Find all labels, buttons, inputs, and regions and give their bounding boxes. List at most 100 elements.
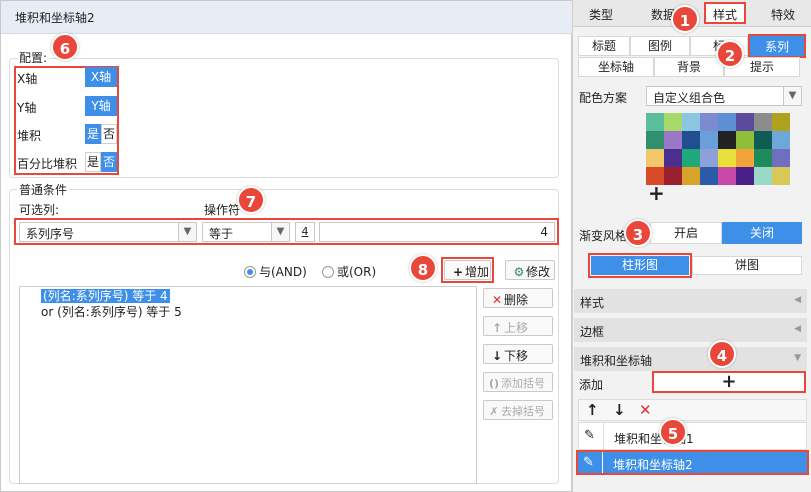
delete-x-icon[interactable]: ✕ bbox=[639, 401, 652, 419]
column-select[interactable]: 系列序号 ▼ bbox=[19, 222, 197, 242]
step-badge-5: 5 bbox=[659, 418, 687, 446]
palette-swatch[interactable] bbox=[646, 113, 664, 131]
tab-style[interactable]: 样式 bbox=[704, 6, 746, 23]
section-stack-axis[interactable]: 堆积和坐标轴 ▼ bbox=[574, 347, 807, 371]
arrow-up-icon: ↑ bbox=[491, 321, 503, 335]
radio-off-icon bbox=[322, 266, 334, 278]
palette-swatch[interactable] bbox=[646, 149, 664, 167]
move-up-arrow-icon[interactable]: ↑ bbox=[586, 401, 599, 419]
palette-swatch[interactable] bbox=[736, 149, 754, 167]
edit-pencil-icon[interactable]: ✎ bbox=[583, 455, 594, 470]
palette-swatch[interactable] bbox=[736, 131, 754, 149]
tab-type[interactable]: 类型 bbox=[578, 6, 624, 23]
edit-pencil-icon[interactable]: ✎ bbox=[584, 428, 595, 443]
subtab-title[interactable]: 标题 bbox=[578, 36, 630, 56]
move-up-button[interactable]: ↑ 上移 bbox=[483, 316, 553, 336]
value-type-icon[interactable]: 4 bbox=[295, 222, 315, 242]
tab-effects[interactable]: 特效 bbox=[760, 6, 806, 23]
step-badge-7: 7 bbox=[237, 186, 265, 214]
chevron-left-icon: ◀ bbox=[794, 324, 801, 334]
palette-swatch[interactable] bbox=[700, 131, 718, 149]
modify-condition-button[interactable]: ⚙ 修改 bbox=[505, 260, 555, 280]
subtab-background[interactable]: 背景 bbox=[654, 57, 724, 77]
palette-swatch[interactable] bbox=[700, 149, 718, 167]
move-down-arrow-icon[interactable]: ↓ bbox=[613, 401, 626, 419]
remove-bracket-icon: ✗ bbox=[489, 405, 499, 418]
palette-swatch[interactable] bbox=[772, 113, 790, 131]
palette-swatch[interactable] bbox=[754, 131, 772, 149]
step-badge-2: 2 bbox=[716, 40, 744, 68]
add-stack-axis-button[interactable]: + bbox=[652, 371, 806, 393]
x-axis-select[interactable]: X轴 bbox=[85, 67, 117, 87]
gradient-label: 渐变风格 bbox=[579, 229, 628, 243]
operator-label: 操作符 bbox=[204, 203, 241, 217]
palette-swatch[interactable] bbox=[682, 167, 700, 185]
pie-chart-option[interactable]: 饼图 bbox=[692, 256, 802, 275]
palette-swatch[interactable] bbox=[736, 113, 754, 131]
edit-gear-icon: ⚙ bbox=[513, 265, 525, 279]
add-condition-button[interactable]: + 增加 bbox=[444, 260, 491, 280]
color-palette[interactable] bbox=[646, 113, 790, 185]
delete-label: 删除 bbox=[504, 293, 529, 307]
chevron-down-icon: ▼ bbox=[178, 223, 196, 241]
delete-x-icon: ✕ bbox=[491, 293, 503, 307]
gradient-on[interactable]: 开启 bbox=[650, 222, 722, 244]
operator-select[interactable]: 等于 ▼ bbox=[202, 222, 290, 242]
palette-swatch[interactable] bbox=[718, 167, 736, 185]
palette-swatch[interactable] bbox=[682, 113, 700, 131]
palette-swatch[interactable] bbox=[700, 113, 718, 131]
palette-swatch[interactable] bbox=[772, 131, 790, 149]
subtab-legend[interactable]: 图例 bbox=[630, 36, 690, 56]
add-color-plus-icon[interactable]: + bbox=[648, 183, 665, 203]
condition-item[interactable]: or (列名:系列序号) 等于 5 bbox=[41, 305, 182, 319]
palette-swatch[interactable] bbox=[754, 167, 772, 185]
palette-swatch[interactable] bbox=[718, 149, 736, 167]
logic-and-radio[interactable]: 与(AND) bbox=[244, 263, 307, 280]
bar-chart-option[interactable]: 柱形图 bbox=[591, 256, 689, 275]
percent-stacked-no[interactable]: 否 bbox=[101, 152, 117, 172]
palette-swatch[interactable] bbox=[754, 113, 772, 131]
step-badge-4: 4 bbox=[708, 340, 736, 368]
palette-swatch[interactable] bbox=[772, 167, 790, 185]
palette-swatch[interactable] bbox=[664, 149, 682, 167]
stack-axis-item[interactable]: ✎ 堆积和坐标轴1 bbox=[578, 422, 807, 450]
palette-swatch[interactable] bbox=[664, 167, 682, 185]
color-scheme-select[interactable]: 自定义组合色 ▼ bbox=[646, 86, 802, 106]
palette-swatch[interactable] bbox=[682, 131, 700, 149]
palette-swatch[interactable] bbox=[772, 149, 790, 167]
chevron-down-icon: ▼ bbox=[271, 223, 289, 241]
logic-or-radio[interactable]: 或(OR) bbox=[322, 263, 376, 280]
palette-swatch[interactable] bbox=[736, 167, 754, 185]
chevron-down-icon: ▼ bbox=[783, 87, 801, 105]
condition-list[interactable]: (列名:系列序号) 等于 4 or (列名:系列序号) 等于 5 bbox=[19, 286, 477, 484]
subtab-series[interactable]: 系列 bbox=[750, 38, 804, 55]
plus-icon: + bbox=[452, 265, 464, 279]
palette-swatch[interactable] bbox=[664, 113, 682, 131]
condition-item-selected[interactable]: (列名:系列序号) 等于 4 bbox=[41, 289, 170, 303]
y-axis-select[interactable]: Y轴 bbox=[85, 96, 117, 116]
palette-swatch[interactable] bbox=[682, 149, 700, 167]
palette-swatch[interactable] bbox=[754, 149, 772, 167]
stack-axis-item-selected[interactable]: ✎ 堆积和坐标轴2 bbox=[576, 450, 809, 475]
palette-swatch[interactable] bbox=[646, 131, 664, 149]
move-down-button[interactable]: ↓ 下移 bbox=[483, 344, 553, 364]
value-input[interactable]: 4 bbox=[319, 222, 555, 242]
divider bbox=[603, 423, 604, 449]
percent-stacked-yes[interactable]: 是 bbox=[85, 152, 101, 172]
column-select-value: 系列序号 bbox=[26, 227, 75, 241]
palette-swatch[interactable] bbox=[664, 131, 682, 149]
palette-swatch[interactable] bbox=[700, 167, 718, 185]
section-style[interactable]: 样式 ◀ bbox=[574, 289, 807, 313]
section-border[interactable]: 边框 ◀ bbox=[574, 318, 807, 342]
remove-bracket-label: 去掉括号 bbox=[501, 405, 545, 418]
delete-condition-button[interactable]: ✕ 删除 bbox=[483, 288, 553, 308]
add-bracket-button[interactable]: () 添加括号 bbox=[483, 372, 553, 392]
palette-swatch[interactable] bbox=[718, 131, 736, 149]
gradient-off[interactable]: 关闭 bbox=[722, 222, 802, 244]
stacked-yes[interactable]: 是 bbox=[85, 124, 101, 144]
stacked-no[interactable]: 否 bbox=[101, 124, 117, 144]
add-label: 添加 bbox=[579, 378, 604, 392]
palette-swatch[interactable] bbox=[718, 113, 736, 131]
remove-bracket-button[interactable]: ✗ 去掉括号 bbox=[483, 400, 553, 420]
subtab-axis[interactable]: 坐标轴 bbox=[578, 57, 654, 77]
